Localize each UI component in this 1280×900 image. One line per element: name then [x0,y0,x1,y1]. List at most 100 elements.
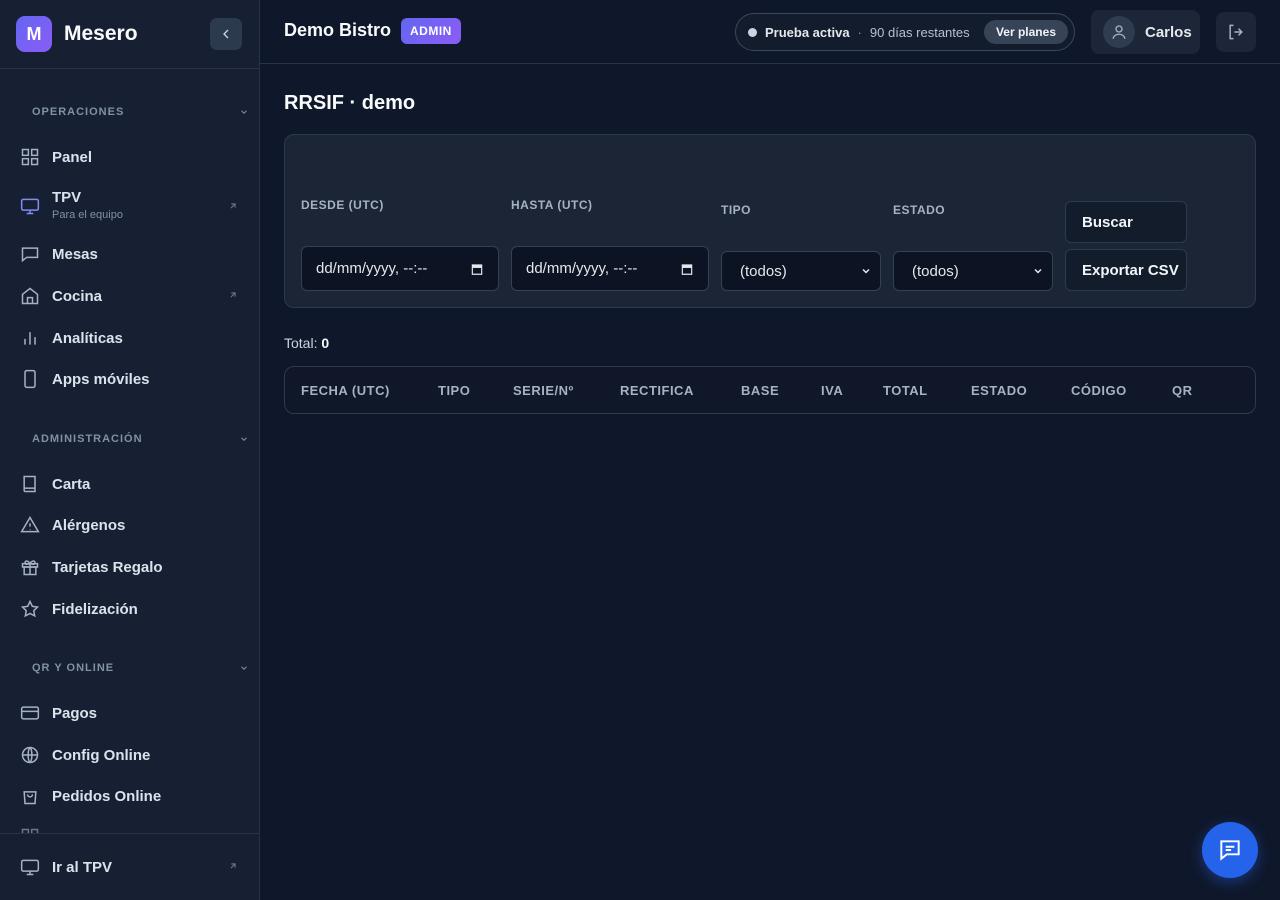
section-title: ADMINISTRACIÓN [32,433,143,445]
sidebar-item-pedidos-online[interactable]: Pedidos Online [20,786,242,806]
type-select[interactable]: (todos) [721,251,881,291]
sidebar-item-label: Alérgenos [52,516,126,534]
external-link-icon [228,287,238,305]
trial-separator: · [857,24,862,40]
logout-button[interactable] [1216,12,1256,52]
go-to-tpv-link[interactable]: Ir al TPV [20,857,242,877]
trial-days-remaining: 90 días restantes [869,24,970,40]
sidebar-item-label: Mesas [52,245,98,263]
avatar [1103,16,1135,48]
sidebar-item-label: Pagos [52,704,98,722]
to-label: HASTA (UTC) [511,198,593,212]
sidebar-item-pagos[interactable]: Pagos [20,703,242,723]
chevron-down-icon [862,268,870,274]
sidebar-item-fidelizacion[interactable]: Fidelización [20,599,242,619]
sidebar-item-label: TPV [52,189,82,206]
sidebar-item-label: Analíticas [52,329,123,347]
column-header-iva[interactable]: IVA [821,383,843,398]
trial-status: Prueba activa · 90 días restantes Ver pl… [735,13,1075,51]
brand-logo: M [16,16,52,52]
filter-panel: DESDE (UTC) dd/mm/yyyy, --:-- HASTA (UTC… [284,134,1256,308]
sidebar-item-tpv[interactable]: TPV Para el equipo [20,189,242,225]
sidebar-item-analiticas[interactable]: Analíticas [20,328,242,348]
column-header-base[interactable]: BASE [741,383,779,398]
warning-icon [20,515,40,535]
from-date-value: dd/mm/yyyy, --:-- [316,260,428,277]
phone-icon [20,369,40,389]
calendar-icon [681,263,693,275]
total-count: Total: 0 [284,335,329,351]
chevron-down-icon [241,666,247,670]
section-administracion[interactable]: ADMINISTRACIÓN [32,433,249,445]
total-value: 0 [321,335,330,351]
card-icon [20,703,40,723]
bar-chart-icon [20,328,40,348]
user-menu-button[interactable]: Carlos [1091,10,1200,54]
sidebar-item-label: Panel [52,148,93,166]
sidebar-item-label: Fidelización [52,600,138,618]
star-icon [20,599,40,619]
bag-icon [20,786,40,806]
status-select[interactable]: (todos) [893,251,1053,291]
trial-status-label: Prueba activa [765,24,850,40]
sidebar-item-mesas[interactable]: Mesas [20,244,242,264]
sidebar-item-carta[interactable]: Carta [20,474,242,494]
collapse-sidebar-button[interactable] [210,18,242,50]
sidebar-item-tarjetas[interactable]: Tarjetas Regalo [20,557,242,577]
globe-icon [20,745,40,765]
from-date-input[interactable]: dd/mm/yyyy, --:-- [301,246,499,291]
column-header-serie[interactable]: SERIE/Nº [513,383,574,398]
topbar: Demo Bistro ADMIN Prueba activa · 90 día… [260,0,1280,64]
sidebar-item-panel[interactable]: Panel [20,147,242,167]
chat-icon [1220,840,1240,861]
column-header-codigo[interactable]: CÓDIGO [1071,383,1127,398]
sidebar-item-sub: Para el equipo [52,209,123,221]
section-qr-online[interactable]: QR Y ONLINE [32,662,249,674]
column-header-estado[interactable]: ESTADO [971,383,1027,398]
to-date-value: dd/mm/yyyy, --:-- [526,260,638,277]
status-label: ESTADO [893,203,946,217]
role-badge: ADMIN [401,18,461,44]
chat-button[interactable] [1202,822,1258,878]
column-header-tipo[interactable]: TIPO [438,383,470,398]
export-csv-button[interactable]: Exportar CSV [1065,249,1187,291]
footer-label: Ir al TPV [52,858,113,876]
from-label: DESDE (UTC) [301,198,384,212]
chevron-left-icon [223,29,229,39]
sidebar-item-label: Carta [52,475,91,493]
monitor-icon [20,196,40,216]
sidebar-item-label: Config Online [52,746,151,764]
sidebar-item-label: Pedidos Online [52,787,162,805]
page-title: RRSIF · demo [284,92,416,114]
user-icon [1112,25,1126,39]
section-operaciones[interactable]: OPERACIONES [32,106,249,118]
column-header-qr[interactable]: QR [1172,383,1193,398]
grid-icon [20,147,40,167]
type-label: TIPO [721,203,752,217]
user-name: Carlos [1145,23,1192,41]
view-plans-button[interactable]: Ver planes [983,20,1068,44]
status-select-value: (todos) [912,262,959,280]
external-link-icon [228,198,238,216]
sidebar-item-label: Tarjetas Regalo [52,558,163,576]
sidebar-item-cocina[interactable]: Cocina [20,286,242,306]
chevron-down-icon [241,437,247,441]
records-table: FECHA (UTC) TIPO SERIE/Nº RECTIFICA BASE… [284,366,1256,414]
search-button[interactable]: Buscar [1065,201,1187,243]
sidebar: M Mesero OPERACIONES Panel TPV Para el eq… [0,0,260,900]
sidebar-item-config-online[interactable]: Config Online [20,745,242,765]
type-select-value: (todos) [740,262,787,280]
column-header-rectifica[interactable]: RECTIFICA [620,383,694,398]
column-header-fecha[interactable]: FECHA (UTC) [301,383,390,398]
chat-icon [20,244,40,264]
sidebar-footer: Ir al TPV [0,833,259,900]
sidebar-item-alergenos[interactable]: Alérgenos [20,515,242,535]
sidebar-item-label: Cocina [52,287,103,305]
section-title: QR Y ONLINE [32,662,115,674]
sidebar-item-apps[interactable]: Apps móviles [20,369,242,389]
monitor-icon [20,857,40,877]
column-header-total[interactable]: TOTAL [883,383,928,398]
to-date-input[interactable]: dd/mm/yyyy, --:-- [511,246,709,291]
logout-icon [1229,24,1243,40]
sidebar-item-label: Apps móviles [52,370,150,388]
